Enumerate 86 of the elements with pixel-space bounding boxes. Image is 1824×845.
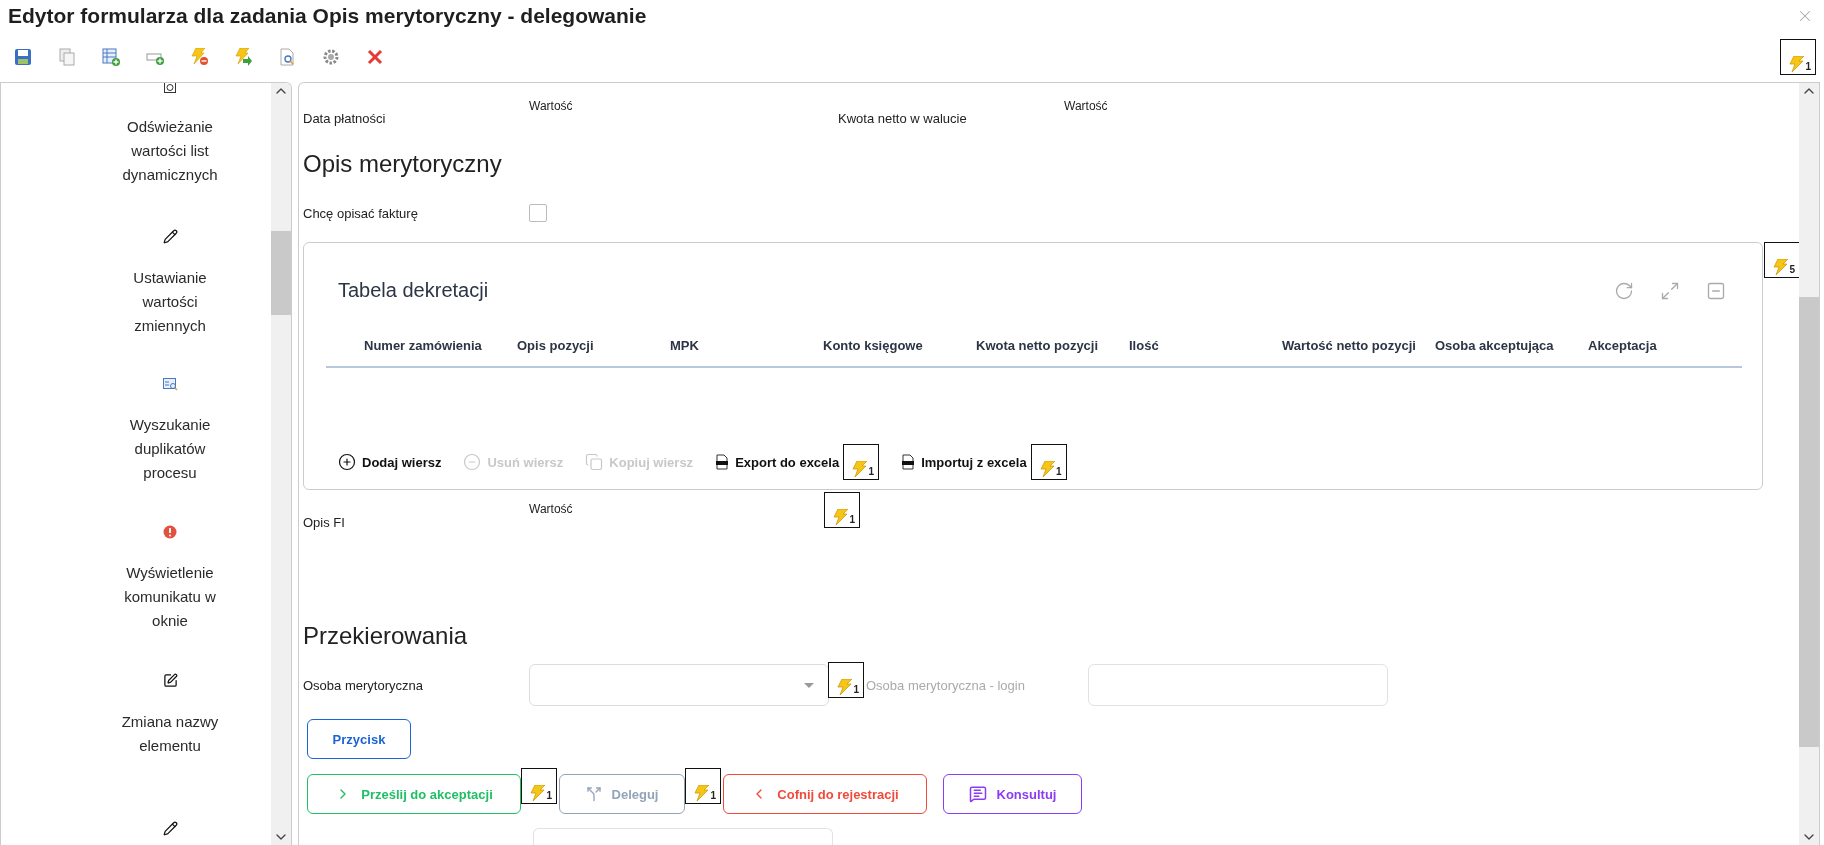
card-title: Tabela dekretacji [338,279,489,302]
table-action-button[interactable]: Importuj z excela [901,454,1027,470]
toolbar-button[interactable] [190,48,208,66]
field-value: Wartość [529,502,574,516]
checkbox[interactable] [529,204,547,222]
table-search-icon [162,377,178,391]
column-header: Opis pozycji [517,338,594,353]
toolbar-button[interactable] [366,48,384,66]
lightning-icon [835,679,853,695]
event-badge[interactable]: 1 [521,768,557,804]
toolbar-button[interactable] [278,48,296,66]
remove-icon [463,453,482,471]
column-header: Kwota netto pozycji [976,338,1099,353]
field-label: Osoba merytoryczna [303,677,424,693]
lightning-remove-icon [190,48,208,66]
field-value: Wartość [1064,99,1108,113]
chat-icon [968,785,987,803]
lightning-arrow-icon [234,48,252,66]
copy-icon [58,48,76,66]
copy-icon [585,453,604,471]
column-header: Wartość netto pozycji [1282,338,1416,353]
file-icon [901,454,916,470]
lightning-icon [692,785,710,801]
table-add-icon [102,48,120,66]
action-button[interactable]: Konsultuj [943,774,1082,814]
action-button[interactable]: Cofnij do rejestracji [723,774,927,814]
column-header: Osoba akceptująca [1435,338,1554,353]
lightning-icon [1771,259,1789,275]
event-badge[interactable]: 1 [1030,444,1067,480]
toolbar-button[interactable] [234,48,252,66]
file-icon [715,454,730,470]
column-header: MPK [670,338,699,353]
scrollbar[interactable] [1799,83,1819,845]
expand-icon [1660,280,1680,301]
split-arrow-icon [585,786,602,802]
event-badge[interactable]: 1 [824,492,860,528]
sidebar-item[interactable]: Ustawianie wartości zmiennych [107,266,233,338]
field-label: Osoba merytoryczna - login [866,677,1026,693]
edit-icon [162,673,178,688]
event-badge[interactable]: 1 [828,662,864,698]
scrollbar-thumb[interactable] [271,231,291,315]
table-action-button[interactable]: Export do excela [715,454,840,470]
lightning-icon [528,785,546,801]
table-action-button[interactable]: Dodaj wiersz [338,453,442,471]
sidebar-item[interactable]: Wyświetlenie komunikatu w oknie [107,561,233,633]
lightning-icon [1037,461,1056,477]
sidebar-item[interactable]: Odświeżanie wartości list dynamicznych [107,115,233,187]
checkbox-label: Chcę opisać fakturę [303,205,419,221]
lightning-icon [831,509,849,525]
input-field[interactable] [533,828,833,845]
scrollbar-thumb[interactable] [1799,297,1819,747]
field-label: Data płatności [303,111,387,126]
toolbar-button[interactable] [102,48,120,66]
expand-button[interactable] [1660,280,1680,301]
save-icon [14,48,32,66]
section-heading: Przekierowania [303,622,469,650]
pencil-icon [162,821,178,836]
lightning-icon [1787,56,1805,72]
minus-square-icon [1706,280,1726,301]
sidebar-item[interactable]: Wyszukanie duplikatów procesu [107,413,233,485]
event-badge[interactable]: 1 [1780,39,1816,75]
error-icon [163,525,177,539]
column-header: Konto księgowe [823,338,923,353]
column-header: Ilość [1129,338,1159,353]
field-label: Kwota netto w walucie [838,111,968,126]
toolbar-button[interactable] [322,48,340,66]
lightning-icon [850,461,869,477]
toolbar-button[interactable] [14,48,32,66]
scrollbar[interactable] [271,83,291,845]
collapse-button[interactable] [1706,280,1726,301]
field-value: Wartość [529,99,573,113]
select-field[interactable] [529,664,829,706]
column-header: Akceptacja [1588,338,1657,353]
section-heading: Opis merytoryczny [303,150,503,178]
event-badge[interactable]: 1 [843,444,880,480]
document-search-icon [278,48,296,66]
window-title: Edytor formularza dla zadania Opis merytoryczny - delegowanie [8,4,647,28]
close-icon [366,48,384,66]
field-label: Opis FI [303,515,346,530]
settings-icon [322,48,340,66]
sidebar-item[interactable]: Zmiana nazwy elementu [107,710,233,758]
pencil-icon [162,229,178,244]
column-header: Numer zamówienia [364,338,482,353]
event-badge[interactable]: 5 [1764,242,1800,278]
add-icon [338,453,356,471]
primary-button[interactable]: Przycisk [307,719,411,759]
